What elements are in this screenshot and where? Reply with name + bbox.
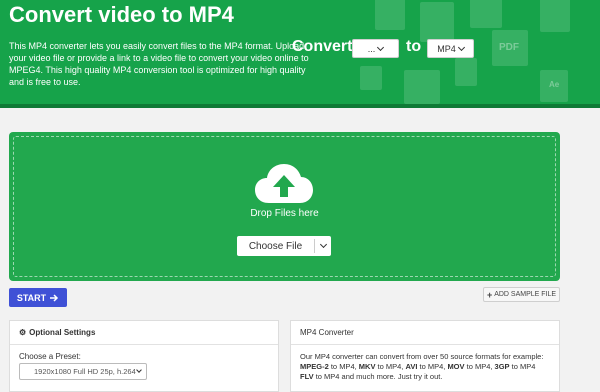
convert-label: Convert [292, 38, 353, 55]
info-text: Our MP4 converter can convert from over … [291, 345, 559, 389]
info-connector: to MP4 [509, 362, 536, 371]
source-format-select[interactable]: ... [352, 39, 399, 58]
chevron-down-icon [377, 43, 385, 51]
optional-settings-panel: ⚙ Optional Settings Choose a Preset: 192… [9, 320, 279, 392]
target-format-select[interactable]: MP4 [427, 39, 474, 58]
start-label: START [16, 292, 47, 303]
plus-icon: + [486, 289, 493, 300]
info-title: MP4 Converter [300, 328, 354, 337]
chevron-down-icon [457, 43, 465, 51]
hero-banner: PDF Ae Convert video to MP4 This MP4 con… [0, 0, 600, 104]
source-format-value: ... [367, 43, 376, 54]
choose-file-button-group: Choose File [237, 236, 331, 256]
decorative-file-icon [455, 58, 477, 86]
mp4-converter-info-panel: MP4 Converter Our MP4 converter can conv… [290, 320, 560, 392]
optional-settings-header[interactable]: ⚙ Optional Settings [10, 321, 278, 345]
decorative-chart-icon [404, 70, 440, 104]
info-closing: to MP4 and much more. Just try it out. [315, 372, 443, 381]
info-connector: to MP4, [464, 362, 495, 371]
chevron-down-icon [136, 367, 142, 373]
decorative-file-icon [470, 0, 502, 28]
choose-source-dropdown[interactable] [315, 236, 331, 256]
decorative-ae-text: Ae [549, 80, 560, 89]
format-mkv: MKV [358, 362, 376, 371]
chevron-down-icon [319, 240, 327, 249]
page-description: This MP4 converter lets you easily conve… [9, 41, 309, 87]
choose-file-button[interactable]: Choose File [237, 236, 314, 256]
info-connector: to MP4, [417, 362, 448, 371]
file-drop-zone[interactable] [9, 132, 560, 281]
decorative-pdf-text: PDF [499, 42, 519, 53]
info-connector: to MP4, [375, 362, 406, 371]
preset-select[interactable]: 1920x1080 Full HD 25p, h.264 [19, 363, 147, 380]
format-mov: MOV [447, 362, 465, 371]
format-3gp: 3GP [494, 362, 510, 371]
drop-files-label: Drop Files here [250, 208, 319, 219]
add-sample-file-button[interactable]: + ADD SAMPLE FILE [483, 287, 560, 302]
preset-value: 1920x1080 Full HD 25p, h.264 [34, 367, 136, 376]
decorative-file-icon [420, 2, 454, 42]
format-avi: AVI [405, 362, 418, 371]
arrow-right-icon [50, 293, 59, 302]
info-intro: Our MP4 converter can convert from over … [300, 352, 544, 361]
choose-file-label: Choose File [248, 240, 303, 252]
target-format-value: MP4 [437, 43, 456, 54]
start-button[interactable]: START [9, 288, 67, 307]
add-sample-file-label: ADD SAMPLE FILE [494, 291, 557, 298]
decorative-file-icon [360, 66, 382, 90]
optional-settings-title: Optional Settings [29, 328, 96, 337]
cloud-upload-icon [255, 164, 313, 203]
format-flv: FLV [300, 372, 314, 381]
hero-divider [0, 104, 600, 108]
to-label: to [406, 38, 422, 55]
format-mpeg2: MPEG-2 [300, 362, 329, 371]
decorative-file-icon [540, 0, 570, 32]
decorative-file-icon [375, 0, 405, 30]
info-header: MP4 Converter [291, 321, 559, 345]
page-title: Convert video to MP4 [9, 2, 234, 27]
preset-label: Choose a Preset: [19, 352, 81, 361]
info-connector: to MP4, [328, 362, 359, 371]
gear-icon: ⚙ [19, 328, 27, 337]
